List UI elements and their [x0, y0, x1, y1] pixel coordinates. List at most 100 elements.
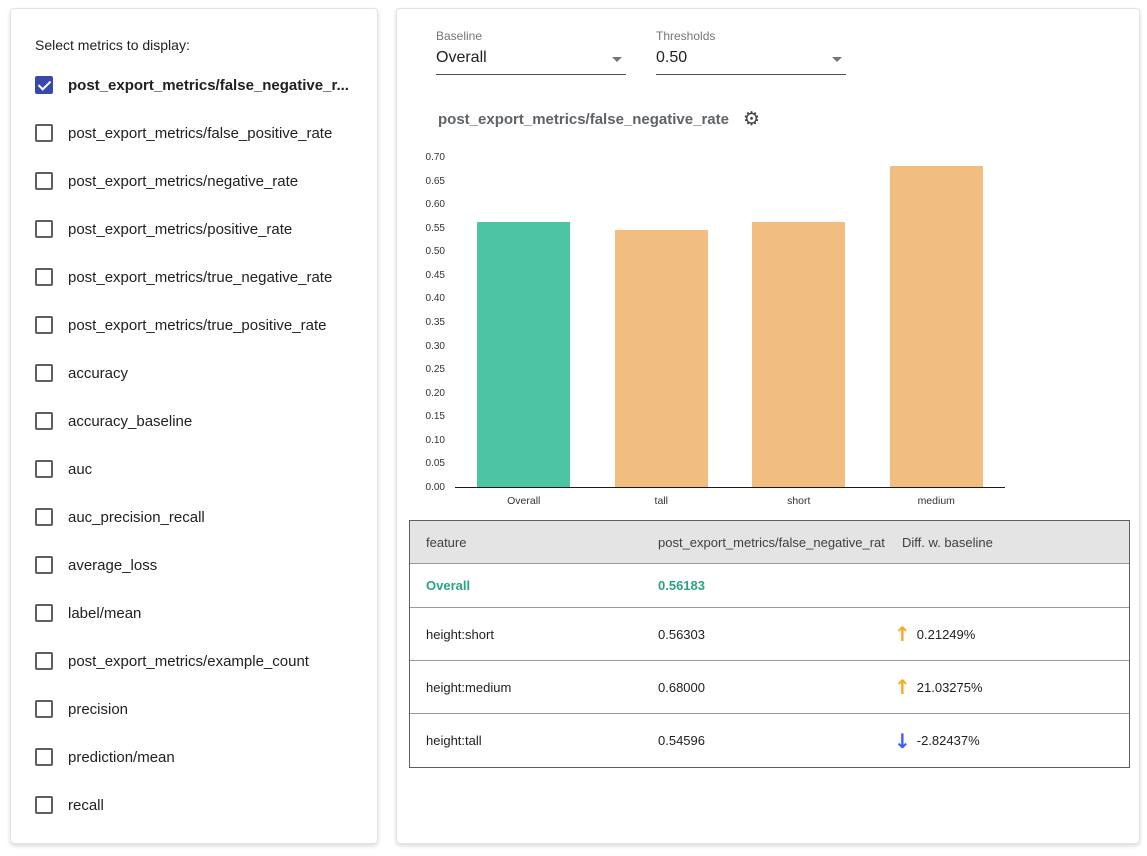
checkbox-unchecked-icon[interactable] [35, 268, 53, 286]
metric-checkbox-row[interactable]: post_export_metrics/example_count [35, 637, 371, 685]
checkbox-unchecked-icon[interactable] [35, 652, 53, 670]
y-axis-tick-label: 0.65 [397, 176, 445, 187]
y-axis-tick-label: 0.70 [397, 152, 445, 163]
y-axis-tick-label: 0.25 [397, 364, 445, 375]
checkbox-unchecked-icon[interactable] [35, 316, 53, 334]
metric-checkbox-row[interactable]: accuracy_baseline [35, 397, 371, 445]
y-axis-tick-label: 0.50 [397, 246, 445, 257]
feature-cell: height:medium [410, 680, 642, 695]
checkbox-unchecked-icon[interactable] [35, 172, 53, 190]
metric-label: post_export_metrics/negative_rate [68, 173, 298, 190]
chevron-down-icon [612, 57, 622, 62]
checkbox-unchecked-icon[interactable] [35, 508, 53, 526]
checkbox-unchecked-icon[interactable] [35, 700, 53, 718]
down-arrow-icon: ↓ [894, 731, 911, 751]
checkbox-unchecked-icon[interactable] [35, 124, 53, 142]
y-axis-tick-label: 0.55 [397, 223, 445, 234]
checkbox-unchecked-icon[interactable] [35, 796, 53, 814]
bar-short[interactable] [752, 222, 845, 487]
metric-label: post_export_metrics/true_positive_rate [68, 317, 326, 334]
diff-value: 21.03275% [917, 680, 983, 695]
metric-label: accuracy_baseline [68, 413, 192, 430]
metric-checkbox-row[interactable]: recall [35, 781, 371, 829]
chart-header: post_export_metrics/false_negative_rate … [438, 110, 760, 129]
value-cell: 0.68000 [642, 680, 886, 695]
y-axis-tick-label: 0.40 [397, 293, 445, 304]
y-axis-tick-label: 0.05 [397, 458, 445, 469]
checkbox-unchecked-icon[interactable] [35, 604, 53, 622]
metric-label: post_export_metrics/false_negative_r... [68, 77, 349, 94]
metric-label: recall [68, 797, 104, 814]
baseline-dropdown-label: Baseline [436, 29, 626, 43]
checkbox-unchecked-icon[interactable] [35, 748, 53, 766]
metric-checkbox-row[interactable]: post_export_metrics/positive_rate [35, 205, 371, 253]
table-header-cell: post_export_metrics/false_negative_rat..… [642, 535, 886, 550]
metric-checkbox-row[interactable]: prediction/mean [35, 733, 371, 781]
chevron-down-icon [832, 57, 842, 62]
metric-select-panel: Select metrics to display: post_export_m… [10, 8, 378, 844]
metrics-display-panel: Baseline Overall Thresholds 0.50 post_ex… [396, 8, 1140, 844]
metric-checkbox-row[interactable]: label/mean [35, 589, 371, 637]
checkbox-unchecked-icon[interactable] [35, 220, 53, 238]
thresholds-dropdown-label: Thresholds [656, 29, 846, 43]
metric-label: label/mean [68, 605, 141, 622]
value-cell: 0.54596 [642, 733, 886, 748]
metric-list: post_export_metrics/false_negative_r...p… [35, 61, 371, 829]
metric-checkbox-row[interactable]: post_export_metrics/negative_rate [35, 157, 371, 205]
metric-checkbox-row[interactable]: auc [35, 445, 371, 493]
checkbox-unchecked-icon[interactable] [35, 364, 53, 382]
metric-label: average_loss [68, 557, 157, 574]
bar-tall[interactable] [615, 230, 708, 487]
x-axis-category-label: tall [593, 495, 731, 507]
y-axis-tick-label: 0.60 [397, 199, 445, 210]
checkbox-checked-icon[interactable] [35, 76, 53, 94]
x-axis-category-label: Overall [455, 495, 593, 507]
metric-checkbox-row[interactable]: post_export_metrics/true_negative_rate [35, 253, 371, 301]
gear-icon[interactable]: ⚙ [743, 110, 760, 129]
metric-select-title: Select metrics to display: [35, 37, 190, 53]
metric-checkbox-row[interactable]: auc_precision_recall [35, 493, 371, 541]
bar-chart-plot-area [455, 158, 1005, 488]
metric-label: post_export_metrics/true_negative_rate [68, 269, 332, 286]
table-row[interactable]: height:tall0.54596↓-2.82437% [410, 714, 1129, 767]
y-axis-tick-label: 0.10 [397, 435, 445, 446]
metric-label: post_export_metrics/example_count [68, 653, 309, 670]
x-axis-category-label: short [730, 495, 868, 507]
checkbox-unchecked-icon[interactable] [35, 460, 53, 478]
thresholds-dropdown[interactable]: Thresholds 0.50 [656, 29, 846, 75]
up-arrow-icon: ↑ [894, 624, 911, 644]
table-row[interactable]: height:short0.56303↑0.21249% [410, 608, 1129, 661]
checkbox-unchecked-icon[interactable] [35, 556, 53, 574]
baseline-dropdown[interactable]: Baseline Overall [436, 29, 626, 75]
metric-label: prediction/mean [68, 749, 175, 766]
feature-cell: height:short [410, 627, 642, 642]
y-axis-tick-label: 0.15 [397, 411, 445, 422]
metric-label: precision [68, 701, 128, 718]
y-axis-tick-label: 0.30 [397, 341, 445, 352]
table-row[interactable]: height:medium0.68000 ↑ 21.03275% [410, 661, 1129, 714]
metric-checkbox-row[interactable]: average_loss [35, 541, 371, 589]
diff-cell: ↑ 21.03275% [886, 677, 1129, 697]
metric-label: auc [68, 461, 92, 478]
metric-label: post_export_metrics/false_positive_rate [68, 125, 332, 142]
checkbox-unchecked-icon[interactable] [35, 412, 53, 430]
up-arrow-icon: ↑ [894, 677, 911, 697]
metric-checkbox-row[interactable]: post_export_metrics/true_positive_rate [35, 301, 371, 349]
metric-checkbox-row[interactable]: post_export_metrics/false_positive_rate [35, 109, 371, 157]
metric-checkbox-row[interactable]: precision [35, 685, 371, 733]
metric-checkbox-row[interactable]: post_export_metrics/false_negative_r... [35, 61, 371, 109]
metric-checkbox-row[interactable]: accuracy [35, 349, 371, 397]
thresholds-dropdown-value: 0.50 [656, 45, 846, 75]
y-axis-tick-label: 0.45 [397, 270, 445, 281]
metric-label: post_export_metrics/positive_rate [68, 221, 292, 238]
table-row[interactable]: Overall0.56183 [410, 564, 1129, 608]
x-axis: Overalltallshortmedium [455, 495, 1005, 509]
bar-medium[interactable] [890, 166, 983, 487]
x-axis-category-label: medium [868, 495, 1006, 507]
table-body: Overall0.56183height:short0.56303↑0.2124… [410, 564, 1129, 767]
diff-value: -2.82437% [917, 733, 980, 748]
bar-overall[interactable] [477, 222, 570, 487]
diff-cell: ↑ 0.21249% [886, 624, 1129, 644]
diff-value: 0.21249% [917, 627, 976, 642]
diff-cell: ↓ -2.82437% [886, 731, 1129, 751]
